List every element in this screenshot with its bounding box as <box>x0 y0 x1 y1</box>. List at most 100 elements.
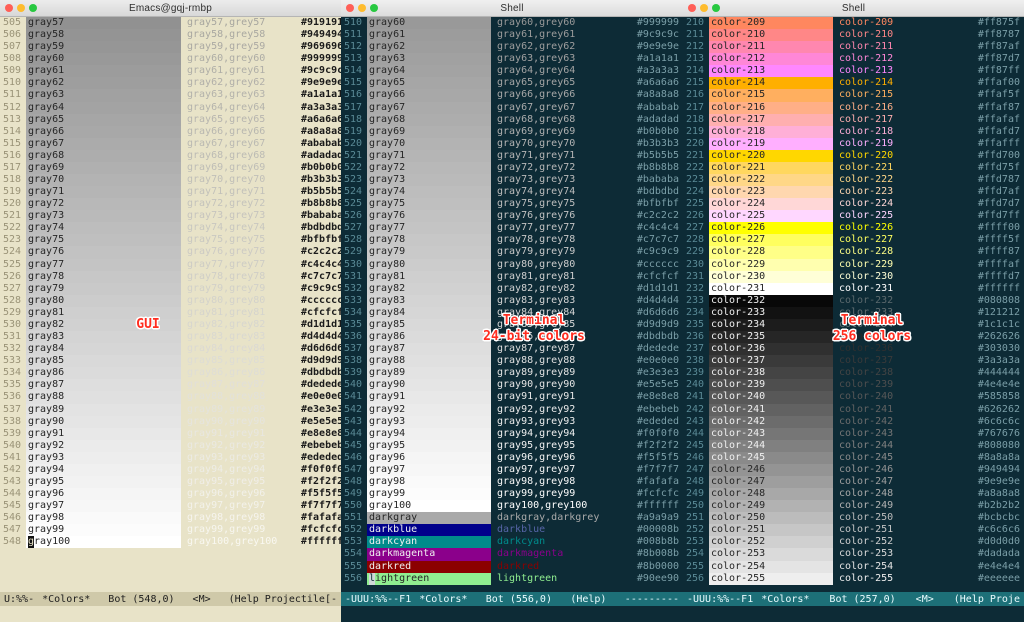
color-swatch[interactable]: gray88 <box>367 355 491 368</box>
color-row[interactable]: 541 gray93 gray93,grey93 #ededed <box>0 451 341 464</box>
color-row[interactable]: 509 gray61 gray61,grey61 #9c9c9c <box>0 65 341 78</box>
color-row[interactable]: 534 gray86 gray86,grey86 #dbdbdb <box>0 367 341 380</box>
color-swatch[interactable]: color-249 <box>709 500 833 513</box>
color-row[interactable]: 533 gray85 gray85,grey85 #d9d9d9 <box>0 355 341 368</box>
window-shell-256[interactable]: Shell 210 color-209 color-209 #ff875f 211 colo… <box>683 0 1024 622</box>
color-row[interactable]: 512 gray64 gray64,grey64 #a3a3a3 <box>0 101 341 114</box>
color-row[interactable]: 551 darkgray darkgray,darkgrey #a9a9a9 <box>341 512 683 525</box>
color-swatch[interactable]: color-245 <box>709 451 833 464</box>
color-swatch[interactable]: gray90 <box>26 415 181 428</box>
minimize-icon[interactable] <box>17 4 25 12</box>
color-swatch[interactable]: gray71 <box>367 149 491 162</box>
color-row[interactable]: 539 gray91 gray91,grey91 #e8e8e8 <box>0 427 341 440</box>
color-swatch[interactable]: color-218 <box>709 125 833 138</box>
color-row[interactable]: 524 gray76 gray76,grey76 #c2c2c2 <box>0 246 341 259</box>
color-swatch[interactable]: gray63 <box>367 53 491 66</box>
color-row[interactable]: 520 gray72 gray72,grey72 #b8b8b8 <box>0 198 341 211</box>
color-swatch[interactable]: gray73 <box>367 174 491 187</box>
color-row[interactable]: 513 gray65 gray65,grey65 #a6a6a6 <box>0 113 341 126</box>
color-row[interactable]: 210 color-209 color-209 #ff875f <box>683 17 1024 30</box>
color-row[interactable]: 538 gray90 gray90,grey90 #e5e5e5 <box>0 415 341 428</box>
color-swatch[interactable]: gray82 <box>367 282 491 295</box>
color-swatch[interactable]: color-221 <box>709 161 833 175</box>
color-row[interactable]: 249 color-248 color-248 #a8a8a8 <box>683 488 1024 501</box>
color-row[interactable]: 256 color-255 color-255 #eeeeee <box>683 572 1024 585</box>
color-swatch[interactable]: gray80 <box>367 258 491 271</box>
color-row[interactable]: 212 color-211 color-211 #ff87af <box>683 41 1024 54</box>
color-swatch[interactable]: gray68 <box>26 149 181 162</box>
color-swatch[interactable]: color-213 <box>709 65 833 78</box>
color-swatch[interactable]: gray89 <box>26 403 181 416</box>
color-swatch[interactable]: gray93 <box>26 451 181 464</box>
color-swatch[interactable]: color-227 <box>709 234 833 247</box>
color-row[interactable]: 547 gray97 gray97,grey97 #f7f7f7 <box>341 463 683 476</box>
color-swatch[interactable]: color-216 <box>709 101 833 114</box>
color-row[interactable]: 519 gray71 gray71,grey71 #b5b5b5 <box>0 186 341 199</box>
color-swatch[interactable]: color-232 <box>709 294 833 307</box>
color-row[interactable]: 226 color-225 color-225 #ffd7ff <box>683 210 1024 223</box>
color-row[interactable]: 219 color-218 color-218 #ffafd7 <box>683 125 1024 138</box>
color-swatch[interactable]: color-238 <box>709 367 833 380</box>
color-row[interactable]: 221 color-220 color-220 #ffd700 <box>683 149 1024 162</box>
color-row[interactable]: 248 color-247 color-247 #9e9e9e <box>683 475 1024 489</box>
color-row[interactable]: 527 gray79 gray79,grey79 #c9c9c9 <box>0 282 341 295</box>
color-row[interactable]: 541 gray91 gray91,grey91 #e8e8e8 <box>341 391 683 404</box>
color-swatch[interactable]: gray64 <box>26 101 181 114</box>
color-row[interactable]: 254 color-253 color-253 #dadada <box>683 548 1024 561</box>
color-row[interactable]: 230 color-229 color-229 #ffffaf <box>683 258 1024 271</box>
color-row[interactable]: 546 gray96 gray96,grey96 #f5f5f5 <box>341 451 683 464</box>
echo-area[interactable] <box>0 606 341 622</box>
color-row[interactable]: 535 gray87 gray87,grey87 #dedede <box>0 379 341 392</box>
color-swatch[interactable]: gray92 <box>26 439 181 452</box>
color-swatch[interactable]: gray75 <box>26 234 181 247</box>
minimize-icon[interactable] <box>700 4 708 12</box>
color-row[interactable]: 250 color-249 color-249 #b2b2b2 <box>683 500 1024 513</box>
color-row[interactable]: 522 gray74 gray74,grey74 #bdbdbd <box>0 222 341 235</box>
color-swatch[interactable]: gray78 <box>26 270 181 283</box>
color-swatch[interactable]: gray67 <box>367 101 491 114</box>
color-row[interactable]: 554 darkmagenta darkmagenta #8b008b <box>341 548 683 561</box>
titlebar[interactable]: Shell <box>683 0 1024 17</box>
color-row[interactable]: 540 gray90 gray90,grey90 #e5e5e5 <box>341 379 683 392</box>
color-swatch[interactable]: gray78 <box>367 234 491 247</box>
color-row[interactable]: 536 gray88 gray88,grey88 #e0e0e0 <box>0 391 341 404</box>
colors-buffer[interactable]: 210 color-209 color-209 #ff875f 211 color-210… <box>683 17 1024 592</box>
color-swatch[interactable]: color-220 <box>709 149 833 162</box>
color-row[interactable]: 553 darkcyan darkcyan #008b8b <box>341 536 683 549</box>
color-swatch[interactable]: gray100 <box>26 536 181 549</box>
color-row[interactable]: 548 gray98 gray98,grey98 #fafafa <box>341 475 683 489</box>
close-icon[interactable] <box>346 4 354 12</box>
color-swatch[interactable]: darkblue <box>367 524 491 537</box>
color-row[interactable]: 517 gray69 gray69,grey69 #b0b0b0 <box>0 161 341 175</box>
color-row[interactable]: 251 color-250 color-250 #bcbcbc <box>683 512 1024 525</box>
color-row[interactable]: 524 gray74 gray74,grey74 #bdbdbd <box>341 186 683 199</box>
color-row[interactable]: 505 gray57 gray57,grey57 #919191 <box>0 17 341 30</box>
color-row[interactable]: 222 color-221 color-221 #ffd75f <box>683 161 1024 175</box>
color-row[interactable]: 539 gray89 gray89,grey89 #e3e3e3 <box>341 367 683 380</box>
color-swatch[interactable]: gray74 <box>367 186 491 199</box>
color-swatch[interactable]: gray58 <box>26 29 181 42</box>
color-row[interactable]: 531 gray81 gray81,grey81 #cfcfcf <box>341 270 683 283</box>
close-icon[interactable] <box>688 4 696 12</box>
color-swatch[interactable]: gray76 <box>26 246 181 259</box>
color-row[interactable]: 223 color-222 color-222 #ffd787 <box>683 174 1024 187</box>
color-row[interactable]: 231 color-230 color-230 #ffffd7 <box>683 270 1024 283</box>
color-row[interactable]: 247 color-246 color-246 #949494 <box>683 463 1024 476</box>
color-row[interactable]: 227 color-226 color-226 #ffff00 <box>683 222 1024 235</box>
color-row[interactable]: 523 gray73 gray73,grey73 #bababa <box>341 174 683 187</box>
color-row[interactable]: 518 gray68 gray68,grey68 #adadad <box>341 113 683 126</box>
color-row[interactable]: 225 color-224 color-224 #ffd7d7 <box>683 198 1024 211</box>
color-swatch[interactable]: gray60 <box>367 17 491 30</box>
color-swatch[interactable]: gray81 <box>367 270 491 283</box>
color-swatch[interactable]: color-251 <box>709 524 833 537</box>
color-swatch[interactable]: darkred <box>367 560 491 573</box>
color-swatch[interactable]: gray65 <box>367 77 491 90</box>
color-swatch[interactable]: gray62 <box>26 77 181 90</box>
color-row[interactable]: 518 gray70 gray70,grey70 #b3b3b3 <box>0 174 341 187</box>
color-row[interactable]: 218 color-217 color-217 #ffafaf <box>683 113 1024 126</box>
color-swatch[interactable]: color-226 <box>709 222 833 235</box>
colors-buffer[interactable]: 510 gray60 gray60,grey60 #999999 511 gray61 gr… <box>341 17 683 592</box>
color-row[interactable]: 544 gray96 gray96,grey96 #f5f5f5 <box>0 488 341 501</box>
color-swatch[interactable]: gray79 <box>367 246 491 259</box>
color-swatch[interactable]: color-250 <box>709 512 833 525</box>
